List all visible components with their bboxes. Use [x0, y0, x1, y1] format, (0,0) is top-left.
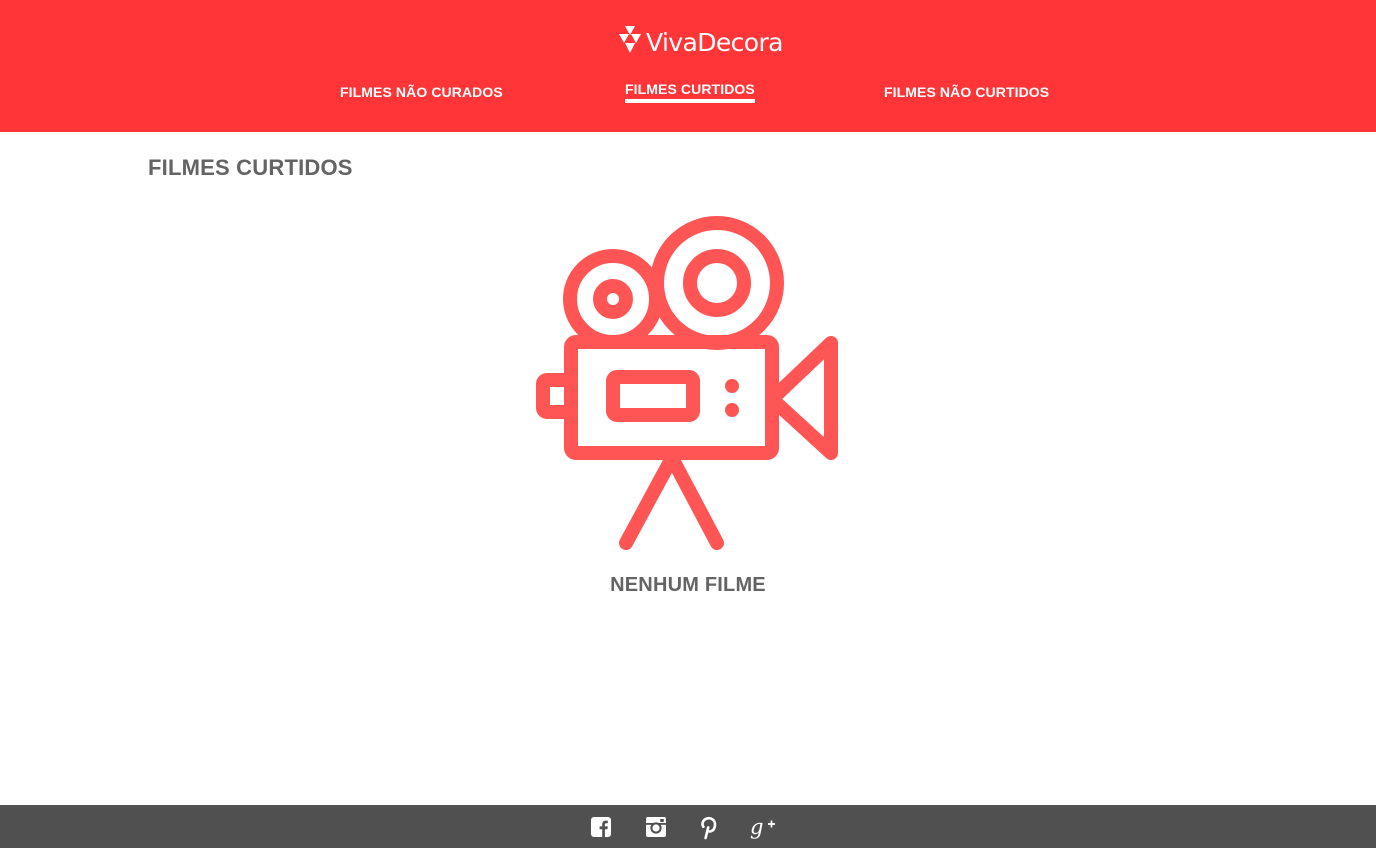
google-plus-link[interactable]: g — [750, 814, 776, 840]
movie-camera-icon — [536, 216, 838, 550]
active-tab-indicator — [625, 99, 755, 103]
pinterest-link[interactable] — [696, 814, 722, 840]
empty-state-message: NENHUM FILME — [610, 574, 766, 596]
svg-text:g: g — [750, 815, 763, 839]
google-plus-icon: g — [750, 815, 775, 839]
page-title: FILMES CURTIDOS — [148, 155, 353, 180]
nav-label: FILMES NÃO CURTIDOS — [884, 84, 1050, 100]
nav-label: FILMES NÃO CURADOS — [340, 84, 503, 100]
nav-filmes-nao-curtidos[interactable]: FILMES NÃO CURTIDOS — [884, 84, 1049, 108]
nav-filmes-curtidos[interactable]: FILMES CURTIDOS — [625, 81, 755, 105]
pinterest-icon — [701, 816, 717, 840]
page: VivaDecora FILMES NÃO CURADOS FILMES CUR… — [0, 0, 1376, 848]
header: VivaDecora FILMES NÃO CURADOS FILMES CUR… — [0, 0, 1376, 132]
logo-icon — [619, 26, 641, 53]
facebook-link[interactable] — [588, 814, 614, 840]
facebook-icon — [591, 817, 611, 837]
instagram-link[interactable] — [643, 814, 669, 840]
nav-label: FILMES CURTIDOS — [625, 81, 755, 97]
instagram-icon — [646, 817, 666, 837]
nav-filmes-nao-curados[interactable]: FILMES NÃO CURADOS — [340, 84, 503, 108]
footer: g — [0, 805, 1376, 848]
logo-text: VivaDecora — [646, 27, 783, 57]
logo-link[interactable]: VivaDecora — [618, 24, 783, 60]
